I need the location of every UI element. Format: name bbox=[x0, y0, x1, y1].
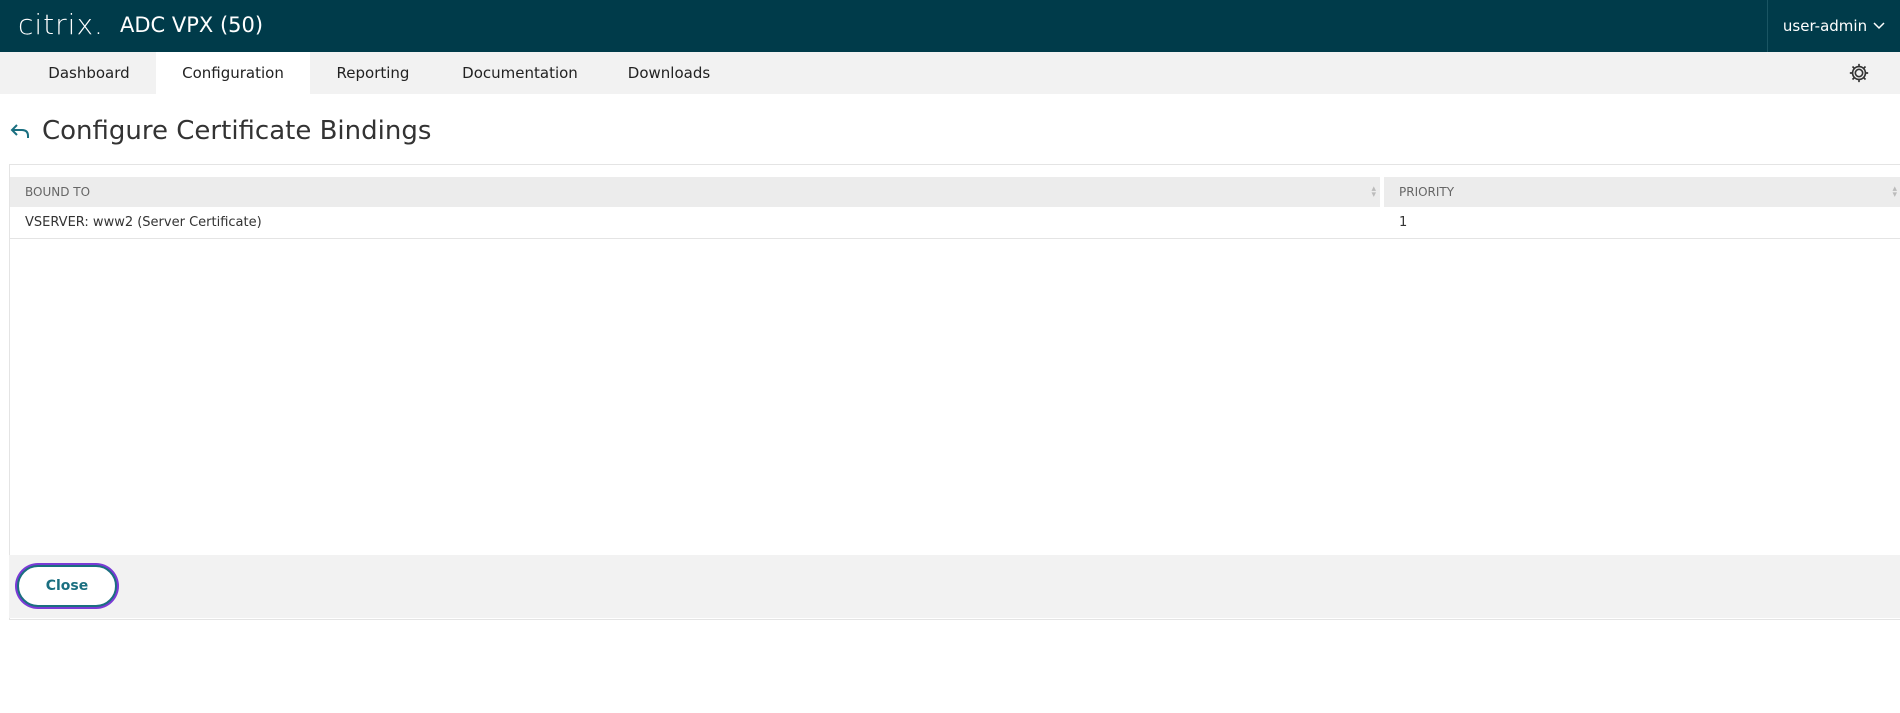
close-button[interactable]: Close bbox=[17, 565, 117, 607]
form-footer: Close bbox=[9, 555, 1900, 618]
cell-priority: 1 bbox=[1399, 215, 1408, 230]
column-label: BOUND TO bbox=[25, 185, 91, 199]
tab-configuration[interactable]: Configuration bbox=[156, 52, 310, 94]
column-label: PRIORITY bbox=[1399, 185, 1455, 199]
back-arrow-icon[interactable] bbox=[8, 119, 32, 143]
column-bound-to[interactable]: BOUND TO ▴ ▾ bbox=[10, 177, 1380, 207]
sort-icon[interactable]: ▴ ▾ bbox=[1371, 185, 1376, 200]
page-title: Configure Certificate Bindings bbox=[42, 116, 432, 146]
user-menu[interactable]: user-admin bbox=[1767, 0, 1900, 52]
table-row[interactable]: VSERVER: www2 (Server Certificate) 1 bbox=[10, 207, 1900, 239]
product-name: ADC VPX (50) bbox=[120, 13, 264, 37]
column-priority[interactable]: PRIORITY ▴ ▾ bbox=[1384, 177, 1900, 207]
tab-documentation[interactable]: Documentation bbox=[450, 52, 590, 94]
citrix-logo[interactable]: citrix. bbox=[18, 8, 104, 41]
top-header: citrix. ADC VPX (50) user-admin bbox=[0, 0, 1900, 52]
tab-downloads[interactable]: Downloads bbox=[612, 52, 726, 94]
gear-icon[interactable] bbox=[1848, 62, 1870, 84]
sort-icon[interactable]: ▴ ▾ bbox=[1892, 185, 1897, 200]
tab-dashboard[interactable]: Dashboard bbox=[24, 52, 154, 94]
main-nav: Dashboard Configuration Reporting Docume… bbox=[0, 52, 1900, 94]
table-header: BOUND TO ▴ ▾ PRIORITY ▴ ▾ bbox=[10, 177, 1900, 207]
cell-bound-to: VSERVER: www2 (Server Certificate) bbox=[25, 215, 262, 230]
chevron-down-icon bbox=[1873, 22, 1885, 30]
tab-reporting[interactable]: Reporting bbox=[316, 52, 430, 94]
user-name: user-admin bbox=[1782, 17, 1868, 35]
page-header: Configure Certificate Bindings bbox=[8, 116, 431, 146]
bindings-table: BOUND TO ▴ ▾ PRIORITY ▴ ▾ VSERVER: www2 (S… bbox=[9, 164, 1900, 620]
